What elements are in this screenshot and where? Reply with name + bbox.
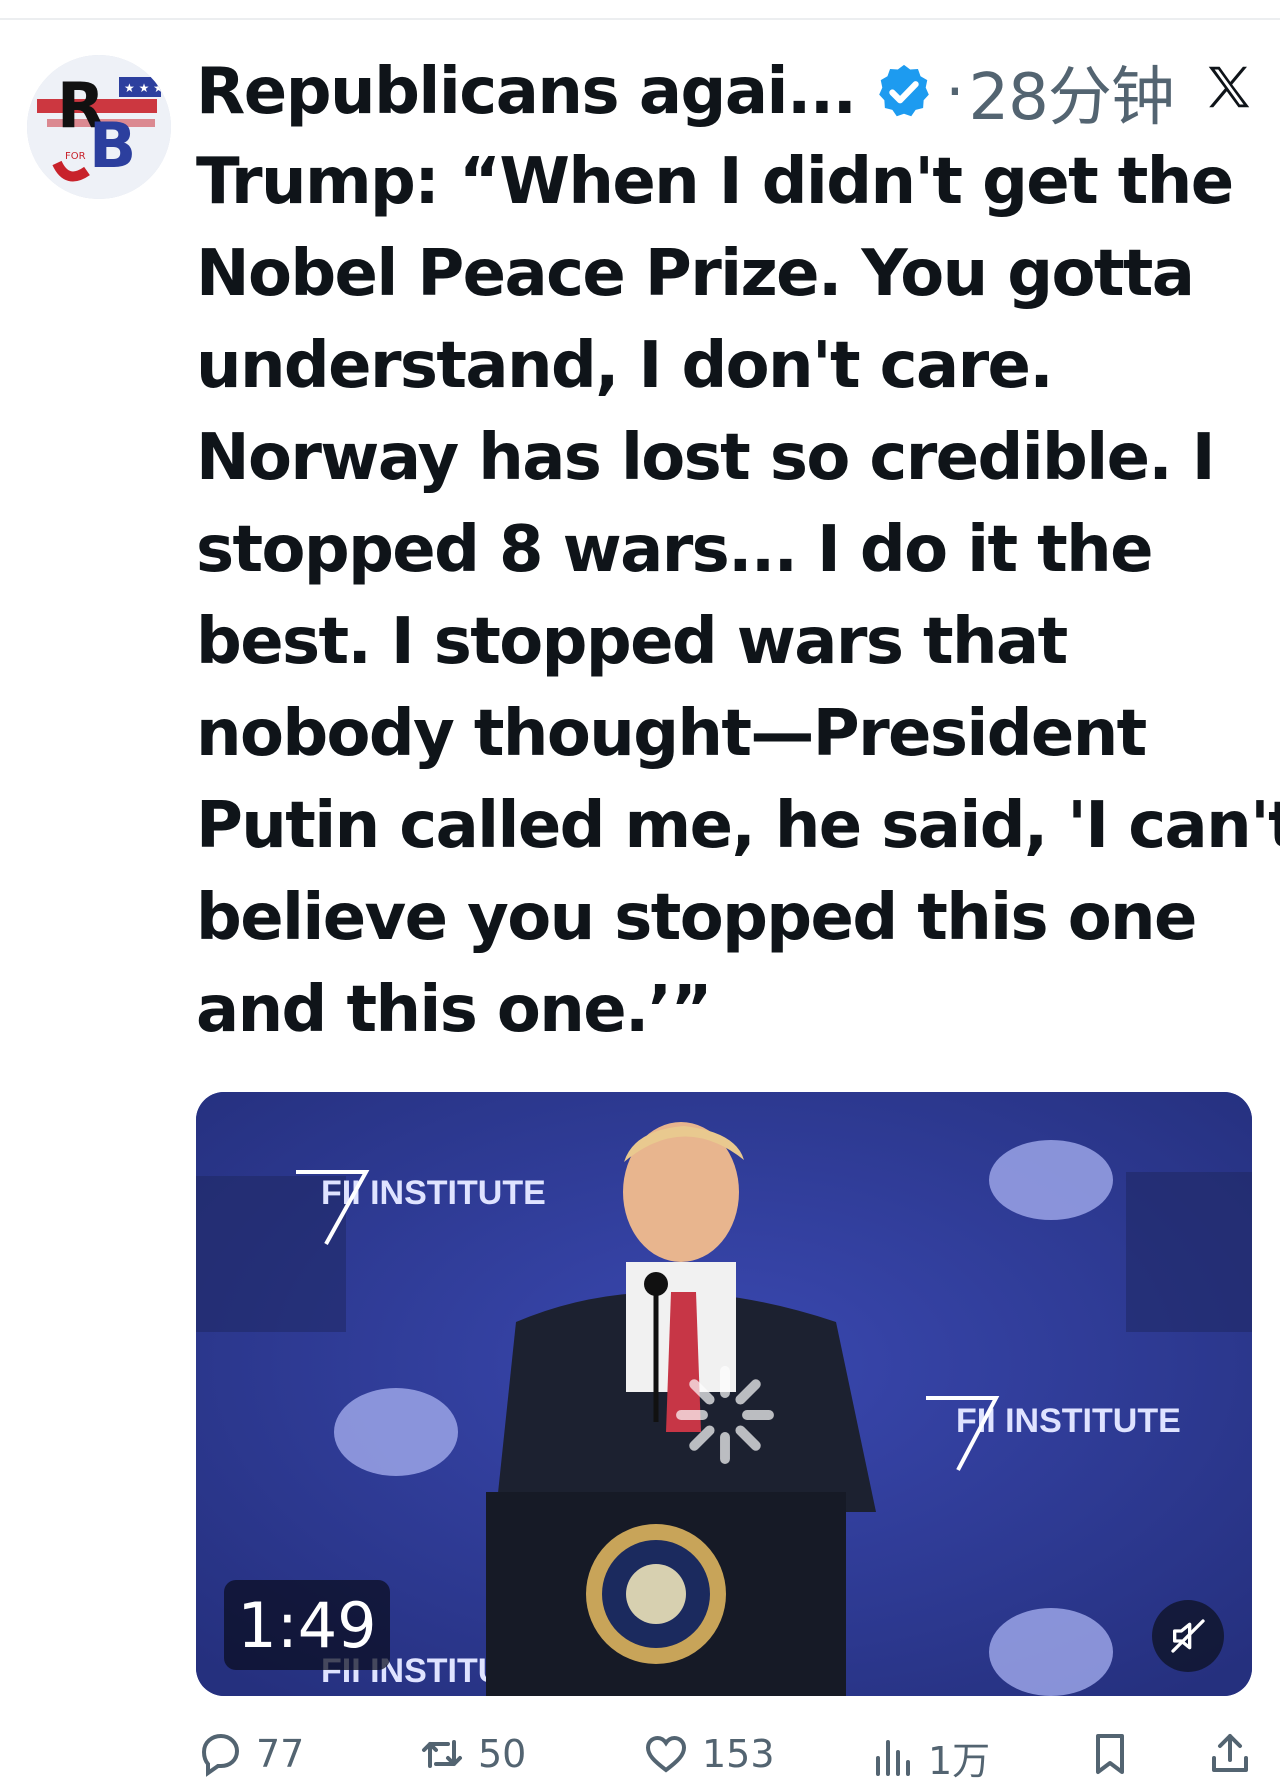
video-player[interactable]: FII INSTITUTE FII INSTITUTE FII INSTITUT…	[196, 1092, 1252, 1696]
tweet-line: stopped 8 wars... I do it the	[196, 513, 1154, 587]
svg-text:B: B	[89, 109, 136, 182]
tweet-line: Nobel Peace Prize. You gotta	[196, 237, 1195, 311]
tweet-header: Republicans agai... · 28分钟	[196, 52, 1256, 135]
video-duration: 1:49	[224, 1580, 390, 1670]
tweet-line: nobody thought—President	[196, 697, 1147, 771]
separator-dot: ·	[945, 57, 965, 127]
loading-spinner-icon	[676, 1366, 774, 1464]
tweet-line: Trump: “When I didn't get the	[196, 145, 1234, 219]
author-avatar[interactable]: ★ ★ ★ R B FOR	[27, 55, 171, 199]
tweet-line: understand, I don't care.	[196, 329, 1054, 403]
speaker-muted-icon	[1171, 1619, 1205, 1653]
timestamp[interactable]: 28分钟	[968, 46, 1174, 138]
avatar-logo: ★ ★ ★ R B FOR	[27, 55, 171, 199]
reply-button[interactable]: 77	[196, 1730, 304, 1778]
tweet-actions: 77 50 153 1万	[196, 1730, 1260, 1790]
tweet-line: Putin called me, he said, 'I can't	[196, 789, 1280, 863]
tweet-line: best. I stopped wars that	[196, 605, 1068, 679]
tweet-line: believe you stopped this one	[196, 881, 1197, 955]
bookmark-icon	[1096, 1734, 1124, 1774]
tweet-line: Norway has lost so credible. I	[196, 421, 1216, 495]
like-button[interactable]: 153	[642, 1730, 775, 1778]
views-chart-icon	[876, 1739, 910, 1776]
svg-text:FOR: FOR	[65, 151, 86, 162]
retweet-button[interactable]: 50	[418, 1730, 526, 1778]
verified-badge-icon[interactable]	[873, 61, 935, 123]
tweet-line: and this one.’”	[196, 973, 713, 1047]
tweet-text: Trump: “When I didn't get the Nobel Peac…	[196, 136, 1280, 1056]
share-icon	[1212, 1734, 1248, 1772]
share-button[interactable]	[1206, 1730, 1266, 1778]
reply-icon	[201, 1733, 240, 1777]
top-divider	[0, 18, 1280, 20]
retweet-icon	[422, 1740, 462, 1768]
like-count: 153	[702, 1732, 775, 1776]
retweet-count: 50	[478, 1732, 527, 1776]
x-logo-icon[interactable]	[1202, 60, 1256, 114]
author-name[interactable]: Republicans agai...	[196, 55, 857, 129]
heart-icon	[645, 1735, 687, 1773]
bookmark-button[interactable]	[1086, 1730, 1146, 1778]
svg-text:★ ★ ★: ★ ★ ★	[124, 81, 164, 95]
mute-toggle-button[interactable]	[1152, 1600, 1224, 1672]
reply-count: 77	[256, 1732, 305, 1776]
